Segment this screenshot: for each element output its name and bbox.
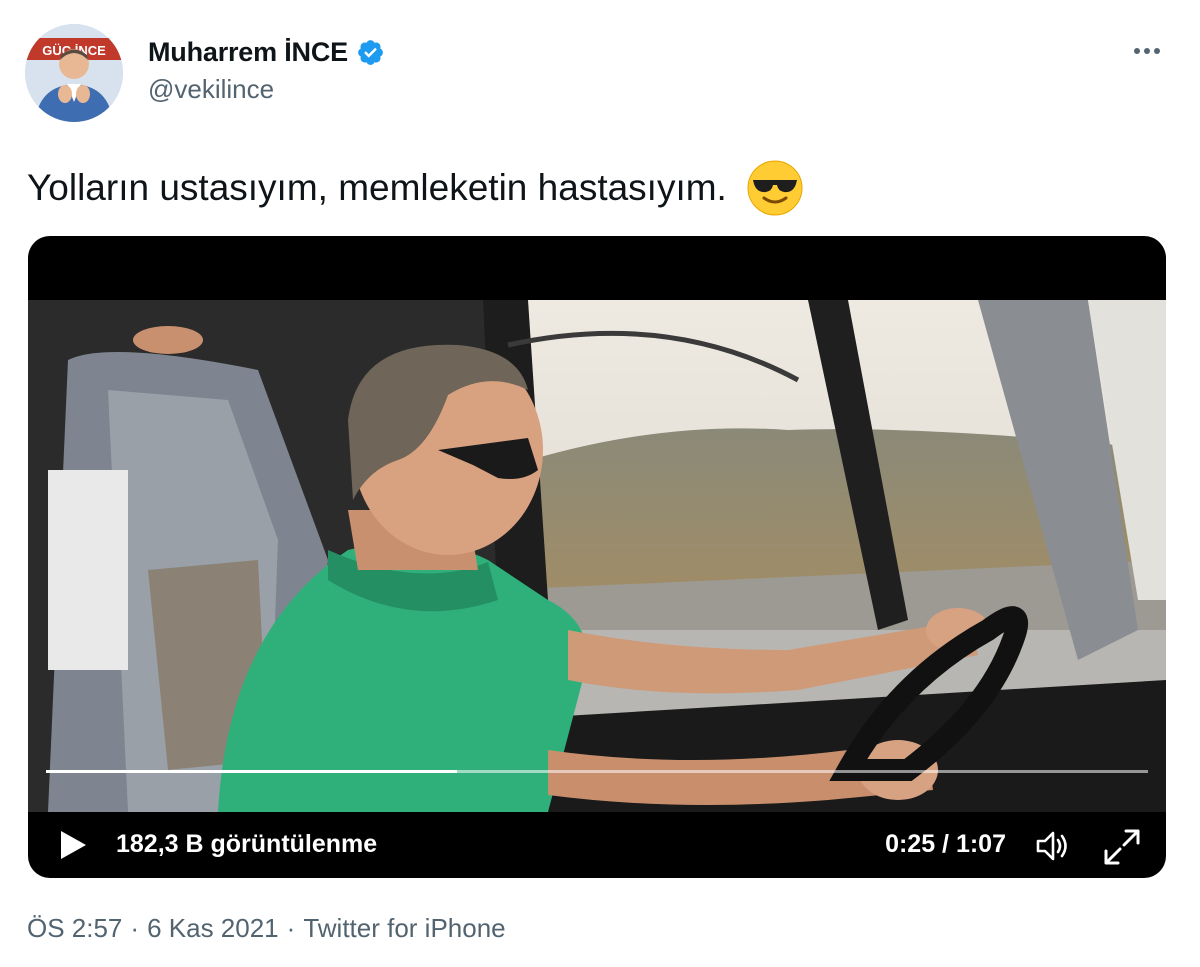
more-dot-icon bbox=[1144, 48, 1150, 54]
video-controls: 182,3 B görüntülenme 0:25 / 1:07 bbox=[28, 812, 1166, 878]
verified-badge-icon bbox=[356, 38, 385, 67]
author-display-name[interactable]: Muharrem İNCE bbox=[148, 37, 348, 68]
tweet-date: 6 Kas 2021 bbox=[147, 913, 279, 943]
tweet-text-content: Yolların ustasıyım, memleketin hastasıyı… bbox=[27, 167, 727, 208]
meta-separator: · bbox=[286, 913, 296, 943]
video-time: 0:25 / 1:07 bbox=[885, 830, 1006, 858]
video-progress-fill bbox=[46, 770, 458, 773]
avatar[interactable]: GÜÇ İNCE bbox=[25, 24, 123, 122]
video-frame[interactable] bbox=[28, 300, 1166, 812]
avatar-photo: GÜÇ İNCE bbox=[25, 24, 123, 122]
tweet-author: Muharrem İNCE @vekilince bbox=[148, 34, 385, 105]
video-player[interactable]: 182,3 B görüntülenme 0:25 / 1:07 bbox=[28, 236, 1166, 878]
tweet-timestamp-link[interactable]: ÖS 2:57 · 6 Kas 2021 bbox=[27, 913, 279, 943]
author-name-row: Muharrem İNCE bbox=[148, 34, 385, 70]
more-dot-icon bbox=[1134, 48, 1140, 54]
tweet-meta: ÖS 2:57 · 6 Kas 2021 · Twitter for iPhone bbox=[27, 913, 506, 944]
smiling-face-with-sunglasses-icon bbox=[747, 160, 803, 216]
volume-icon[interactable] bbox=[1034, 828, 1070, 864]
tweet-text: Yolların ustasıyım, memleketin hastasıyı… bbox=[27, 160, 803, 216]
tweet-time: ÖS 2:57 bbox=[27, 913, 123, 943]
more-dot-icon bbox=[1154, 48, 1160, 54]
tweet-source-link[interactable]: Twitter for iPhone bbox=[303, 913, 505, 943]
play-icon[interactable] bbox=[58, 830, 88, 860]
more-options-button[interactable] bbox=[1129, 36, 1165, 66]
video-progress-bar[interactable] bbox=[46, 770, 1148, 773]
video-view-count: 182,3 B görüntülenme bbox=[116, 830, 378, 858]
video-still-image bbox=[28, 300, 1166, 812]
fullscreen-icon[interactable] bbox=[1102, 827, 1142, 867]
author-handle[interactable]: @vekilince bbox=[148, 74, 385, 105]
meta-separator: · bbox=[130, 913, 140, 943]
